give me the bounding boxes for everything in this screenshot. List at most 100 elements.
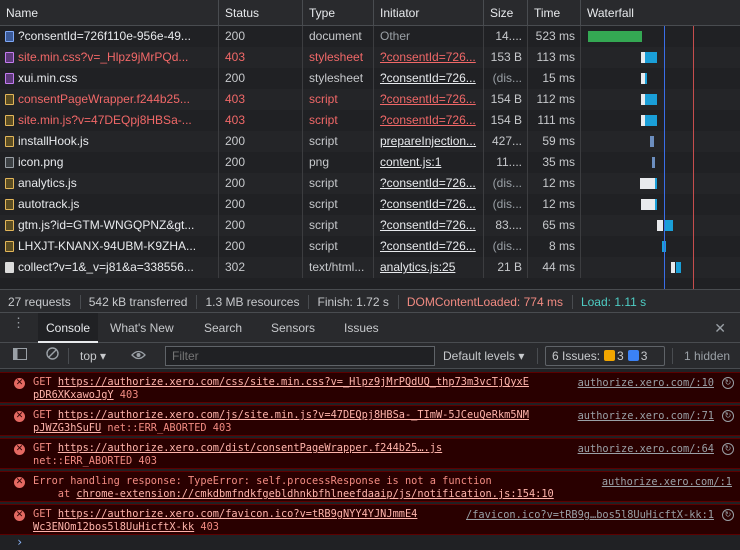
request-name[interactable]: site.min.js?v=47DEQpj8HBSa-... <box>0 110 219 131</box>
request-initiator[interactable]: ?consentId=726... <box>374 68 484 89</box>
request-initiator-text[interactable]: analytics.js:25 <box>380 260 455 274</box>
request-initiator-text[interactable]: ?consentId=726... <box>380 239 476 253</box>
network-request-row[interactable]: site.min.css?v=_Hlpz9jMrPQd... 403 stylesh… <box>0 47 740 68</box>
context-selector[interactable]: top ▾ <box>80 343 106 369</box>
request-initiator-text[interactable]: ?consentId=726... <box>380 197 476 211</box>
request-initiator[interactable]: ?consentId=726... <box>374 47 484 68</box>
network-request-row[interactable]: LHXJT-KNANX-94UBM-K9ZHA... 200 script ?cons… <box>0 236 740 257</box>
request-name[interactable]: ?consentId=726f110e-956e-49... <box>0 26 219 47</box>
close-drawer-icon[interactable]: ✕ <box>714 320 726 337</box>
network-request-row[interactable]: autotrack.js 200 script ?consentId=726... (d… <box>0 194 740 215</box>
error-icon: ✕ <box>14 411 25 422</box>
column-header-type[interactable]: Type <box>303 0 374 25</box>
message-url-continued[interactable]: Wc3ENOm12bos5l8UuHicftX-kk <box>33 521 194 533</box>
sidebar-toggle-icon[interactable] <box>13 343 27 369</box>
message-source-link[interactable]: authorize.xero.com/:71 <box>578 410 714 423</box>
live-expression-eye-icon[interactable] <box>131 343 146 369</box>
network-request-row[interactable]: analytics.js 200 script ?consentId=726... (d… <box>0 173 740 194</box>
network-request-row[interactable]: site.min.js?v=47DEQpj8HBSa-... 403 script?… <box>0 110 740 131</box>
request-initiator-text[interactable]: ?consentId=726... <box>380 176 476 190</box>
column-header-name[interactable]: Name <box>0 0 219 25</box>
network-request-icon[interactable]: ↻ <box>722 509 734 521</box>
network-request-icon[interactable]: ↻ <box>722 377 734 389</box>
request-initiator[interactable]: ?consentId=726... <box>374 89 484 110</box>
network-request-row[interactable]: collect?v=1&_v=j81&a=338556... 302 text/ht… <box>0 257 740 278</box>
request-name[interactable]: autotrack.js <box>0 194 219 215</box>
clear-console-icon[interactable] <box>46 343 59 369</box>
request-initiator-text[interactable]: ?consentId=726... <box>380 92 476 106</box>
request-initiator[interactable]: ?consentId=726... <box>374 236 484 257</box>
message-url[interactable]: https://authorize.xero.com/css/site.min.… <box>58 376 529 388</box>
message-source-link[interactable]: authorize.xero.com/:64 <box>578 443 714 456</box>
message-line-1: GET https://authorize.xero.com/css/site.… <box>33 376 529 389</box>
console-error-message: ✕ GET https://authorize.xero.com/favicon… <box>0 504 740 535</box>
message-url-continued[interactable]: pJWZG3hSuFU <box>33 422 101 434</box>
request-time-text: 111 ms <box>537 113 575 127</box>
column-header-time[interactable]: Time <box>528 0 581 25</box>
tab-whats-new[interactable]: What's New <box>110 313 174 343</box>
network-request-row[interactable]: ?consentId=726f110e-956e-49... 200 documen… <box>0 26 740 47</box>
network-request-row[interactable]: xui.min.css 200 stylesheet ?consentId=726..… <box>0 68 740 89</box>
request-name[interactable]: gtm.js?id=GTM-WNGQPNZ&gt... <box>0 215 219 236</box>
column-header-size[interactable]: Size <box>484 0 528 25</box>
request-name[interactable]: collect?v=1&_v=j81&a=338556... <box>0 257 219 278</box>
request-initiator-text[interactable]: ?consentId=726... <box>380 218 476 232</box>
tab-console[interactable]: Console <box>38 313 99 343</box>
console-messages: ✕ GET https://authorize.xero.com/css/sit… <box>0 369 740 550</box>
request-initiator[interactable]: Other <box>374 26 484 47</box>
issues-counter-button[interactable]: 6 Issues: 3 3 <box>545 346 665 366</box>
tab-issues[interactable]: Issues <box>344 313 379 343</box>
request-size: 154 B <box>484 89 528 110</box>
request-initiator[interactable]: prepareInjection... <box>374 131 484 152</box>
request-name[interactable]: site.min.css?v=_Hlpz9jMrPQd... <box>0 47 219 68</box>
request-initiator[interactable]: ?consentId=726... <box>374 194 484 215</box>
request-name[interactable]: icon.png <box>0 152 219 173</box>
message-url-continued[interactable]: pDR6XKxawoJgY <box>33 389 114 401</box>
network-request-icon[interactable]: ↻ <box>722 443 734 455</box>
network-request-row[interactable]: gtm.js?id=GTM-WNGQPNZ&gt... 200 script ?con… <box>0 215 740 236</box>
tab-search[interactable]: Search <box>204 313 242 343</box>
message-url[interactable]: https://authorize.xero.com/js/site.min.j… <box>58 409 529 421</box>
drawer-menu-icon[interactable]: ⋮ <box>12 316 25 329</box>
network-request-row[interactable]: installHook.js 200 script prepareInjection.… <box>0 131 740 152</box>
request-type-text: script <box>309 197 338 211</box>
request-name[interactable]: xui.min.css <box>0 68 219 89</box>
request-initiator-text[interactable]: Other <box>380 29 410 43</box>
request-name[interactable]: installHook.js <box>0 131 219 152</box>
column-header-initiator[interactable]: Initiator <box>374 0 484 25</box>
console-filter-input[interactable] <box>165 346 435 366</box>
request-size: (dis... <box>484 173 528 194</box>
network-request-row[interactable]: icon.png 200 png content.js:1 11.... 35 ms <box>0 152 740 173</box>
request-size: 21 B <box>484 257 528 278</box>
message-line-1: Error handling response: TypeError: self… <box>33 475 492 488</box>
domcontentloaded-time: DOMContentLoaded: 774 ms <box>398 295 573 309</box>
request-waterfall <box>581 257 740 278</box>
column-header-waterfall[interactable]: Waterfall <box>581 0 740 25</box>
request-initiator-text[interactable]: content.js:1 <box>380 155 441 169</box>
request-initiator[interactable]: ?consentId=726... <box>374 173 484 194</box>
request-name[interactable]: consentPageWrapper.f244b25... <box>0 89 219 110</box>
network-request-row[interactable]: consentPageWrapper.f244b25... 403 script ?c… <box>0 89 740 110</box>
request-initiator[interactable]: ?consentId=726... <box>374 110 484 131</box>
tab-sensors[interactable]: Sensors <box>271 313 315 343</box>
message-url[interactable]: https://authorize.xero.com/dist/consentP… <box>58 442 442 454</box>
request-name[interactable]: analytics.js <box>0 173 219 194</box>
request-initiator[interactable]: ?consentId=726... <box>374 215 484 236</box>
request-initiator-text[interactable]: ?consentId=726... <box>380 50 476 64</box>
message-source-link[interactable]: /favicon.ico?v=tRB9g…bos5l8UuHicftX-kk:1 <box>466 509 714 522</box>
request-initiator-text[interactable]: ?consentId=726... <box>380 113 476 127</box>
message-source-link[interactable]: authorize.xero.com/:10 <box>578 377 714 390</box>
request-initiator-text[interactable]: ?consentId=726... <box>380 71 476 85</box>
request-initiator-text[interactable]: prepareInjection... <box>380 134 476 148</box>
column-header-status[interactable]: Status <box>219 0 303 25</box>
stack-frame-link[interactable]: chrome-extension://cmkdbmfndkfgebldhnkbf… <box>76 488 553 500</box>
request-initiator[interactable]: analytics.js:25 <box>374 257 484 278</box>
console-prompt-chevron-icon[interactable]: › <box>16 535 23 549</box>
request-name[interactable]: LHXJT-KNANX-94UBM-K9ZHA... <box>0 236 219 257</box>
network-request-icon[interactable]: ↻ <box>722 410 734 422</box>
message-source-link[interactable]: authorize.xero.com/:1 <box>602 476 732 489</box>
request-type: script <box>303 110 374 131</box>
log-levels-dropdown[interactable]: Default levels ▾ <box>443 343 524 369</box>
message-url[interactable]: https://authorize.xero.com/favicon.ico?v… <box>58 508 418 520</box>
request-initiator[interactable]: content.js:1 <box>374 152 484 173</box>
